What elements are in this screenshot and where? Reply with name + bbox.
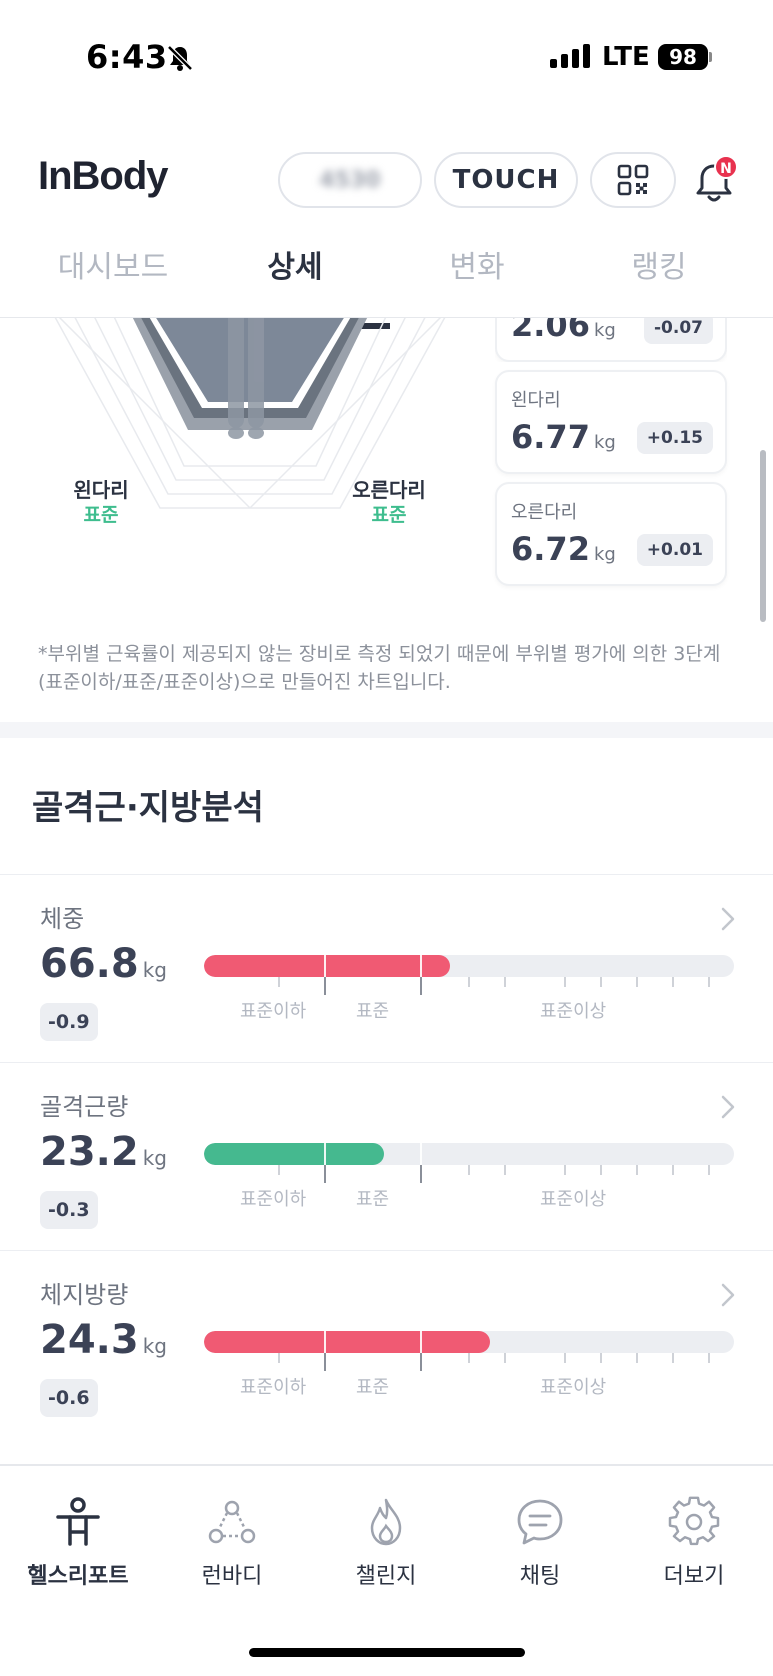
metric-weight[interactable]: 체중 66.8 kg -0.9 표준이하 표준 표준이상: [0, 874, 773, 1062]
nav-more[interactable]: 더보기: [624, 1496, 764, 1590]
zone-label-standard: 표준: [356, 1189, 390, 1210]
tab-bar: 대시보드 상세 변화 랭킹: [0, 230, 773, 329]
zone-label-below: 표준이하: [240, 1189, 307, 1210]
metric-delta: -0.9: [40, 1003, 98, 1041]
left-leg-eval: 표준: [83, 504, 119, 526]
metric-bar: [204, 1331, 734, 1353]
metric-bar-fill: [204, 955, 451, 977]
metric-ticks: [204, 1165, 734, 1183]
section-divider: [0, 722, 773, 738]
chat-icon: [517, 1499, 563, 1545]
segment-name: 오른다리: [511, 502, 578, 523]
metric-value: 66.8: [40, 941, 139, 987]
notification-badge: N: [714, 155, 738, 179]
network-type: LTE: [602, 42, 650, 72]
metric-bar-fill: [204, 1143, 385, 1165]
metric-unit: kg: [142, 958, 167, 982]
metric-bar: [204, 1143, 734, 1165]
metric-bar: [204, 955, 734, 977]
tab-detail[interactable]: 상세: [204, 230, 390, 329]
metric-ticks: [204, 1353, 734, 1371]
metric-skeletal-muscle[interactable]: 골격근량 23.2 kg -0.3 표준이하 표준 표준이상: [0, 1062, 773, 1250]
nav-challenge[interactable]: 챌린지: [316, 1496, 456, 1590]
segment-note: *부위별 근육률이 제공되지 않는 장비로 측정 되었기 때문에 부위별 평가에…: [38, 643, 721, 693]
metric-delta: -0.3: [40, 1191, 98, 1229]
metric-label: 골격근량: [40, 1093, 129, 1121]
nav-label: 런바디: [201, 1564, 263, 1589]
tab-dashboard[interactable]: 대시보드: [22, 230, 204, 317]
zone-label-above: 표준이상: [540, 1377, 607, 1398]
metric-bar-fill: [204, 1331, 491, 1353]
home-indicator[interactable]: [249, 1648, 525, 1657]
zone-label-standard: 표준: [356, 1001, 390, 1022]
member-id: 4530: [319, 167, 381, 193]
nav-label: 채팅: [519, 1564, 561, 1589]
status-time: 6:43: [86, 38, 168, 76]
signal-icon: [550, 44, 590, 68]
bottom-nav: 헬스리포트 런바디 챌린지 채팅 더보기: [0, 1464, 773, 1676]
nav-runbody[interactable]: 런바디: [162, 1496, 302, 1590]
touch-button[interactable]: TOUCH: [434, 152, 578, 208]
flame-icon: [370, 1498, 402, 1546]
runbody-icon: [208, 1500, 256, 1544]
segment-delta: +0.15: [636, 422, 713, 454]
segment-card-right-leg: 오른다리 6.72 kg +0.01: [495, 482, 727, 586]
nav-label: 헬스리포트: [27, 1564, 129, 1589]
app-header: InBody 4530 TOUCH N: [0, 140, 773, 220]
segment-delta: +0.01: [636, 534, 713, 566]
battery-icon: 98: [658, 44, 708, 70]
scrollbar[interactable]: [760, 450, 766, 622]
qr-icon: [617, 164, 649, 196]
segment-value: 6.77: [511, 418, 590, 456]
left-leg-label: 왼다리: [73, 478, 129, 502]
chevron-right-icon[interactable]: [718, 1281, 738, 1309]
nav-label: 더보기: [663, 1564, 725, 1589]
metric-body-fat[interactable]: 체지방량 24.3 kg -0.6 표준이하 표준 표준이상: [0, 1250, 773, 1438]
segment-card-left-leg: 왼다리 6.77 kg +0.15: [495, 370, 727, 474]
right-leg-eval: 표준: [371, 504, 407, 526]
nav-health-report[interactable]: 헬스리포트: [8, 1496, 148, 1590]
metric-label: 체중: [40, 905, 85, 933]
status-bar: 6:43 LTE 98: [0, 0, 773, 115]
metric-value: 23.2: [40, 1129, 139, 1175]
nav-chat[interactable]: 채팅: [470, 1496, 610, 1590]
right-leg-label: 오른다리: [352, 478, 426, 502]
inbody-logo: InBody: [38, 154, 169, 198]
segment-name: 왼다리: [511, 390, 561, 411]
zone-label-above: 표준이상: [540, 1189, 607, 1210]
metric-unit: kg: [142, 1146, 167, 1170]
zone-label-below: 표준이하: [240, 1377, 307, 1398]
chevron-right-icon[interactable]: [718, 905, 738, 933]
metric-ticks: [204, 977, 734, 995]
metric-unit: kg: [142, 1334, 167, 1358]
tab-change[interactable]: 변화: [386, 230, 568, 317]
gear-icon: [668, 1496, 720, 1546]
zone-label-above: 표준이상: [540, 1001, 607, 1022]
member-id-pill[interactable]: 4530: [278, 152, 422, 208]
bell-off-icon: [167, 45, 193, 71]
metric-value: 24.3: [40, 1317, 139, 1363]
zone-label-below: 표준이하: [240, 1001, 307, 1022]
section-title: 골격근·지방분석: [32, 788, 264, 828]
metric-label: 체지방량: [40, 1281, 129, 1309]
person-report-icon: [56, 1497, 100, 1546]
nav-label: 챌린지: [355, 1564, 417, 1589]
segment-value: 6.72: [511, 530, 590, 568]
tab-ranking[interactable]: 랭킹: [568, 230, 750, 317]
chevron-right-icon[interactable]: [718, 1093, 738, 1121]
zone-label-standard: 표준: [356, 1377, 390, 1398]
metric-delta: -0.6: [40, 1379, 98, 1417]
qr-button[interactable]: [590, 152, 676, 208]
